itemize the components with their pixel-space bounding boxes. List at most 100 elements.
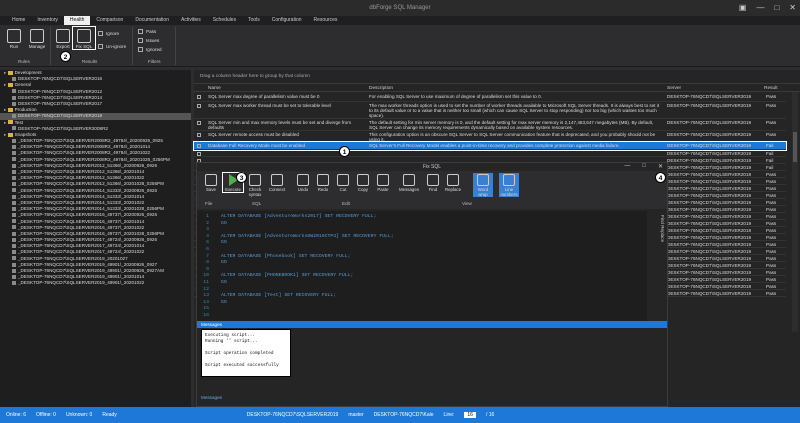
table-row[interactable]: SQL Server min and max memory levels mus… [194,119,786,131]
tree-item-label: Test [14,119,24,125]
folder-icon [7,83,13,88]
tab-inventory[interactable]: Inventory [31,16,64,25]
find-icon [427,174,439,186]
close-icon[interactable]: ✕ [658,163,663,170]
tree-item-label: DESKTOP-76NQCD7\SQLSERVER2016 [18,76,103,82]
minimize-icon[interactable]: — [624,163,630,170]
paste-button[interactable]: Paste [373,173,393,192]
tree-item-label: Production [14,107,37,113]
server-icon [12,95,16,100]
tree-item[interactable]: _DESKTOP-76NQCD7\SQLSERVER2019_49901\_20… [0,280,191,286]
line-number: 14 [203,299,209,305]
button-label: Paste [377,187,389,192]
line-number: 1 [206,214,209,219]
col-server[interactable]: Server [667,86,681,91]
row-checkbox[interactable] [197,121,201,125]
line-numbers-button[interactable]: Line numbers [499,173,519,197]
tab-comparison[interactable]: Comparison [90,16,129,25]
sql-code-editor[interactable]: 1 ALTER DATABASE [AdventureWorks2017] SET… [197,211,647,321]
button-label: Messages [399,187,420,192]
row-result: Pass [766,235,777,240]
ignored-filter[interactable]: Ignored [138,47,162,52]
table-row[interactable]: SQL Server max worker thread must be set… [194,102,786,119]
row-result: Pass [766,172,777,177]
table-row[interactable]: SQL Server max degree of parallelism val… [194,93,786,102]
message-line: Script executed successfully [205,363,279,368]
row-result: Pass [766,270,777,275]
fix-sql-title: Fix SQL [422,164,442,170]
undo-button[interactable]: Undo [293,173,313,192]
tab-resources[interactable]: Resources [308,16,344,25]
tree-item-label: _DESKTOP-76NQCD7\SQLSERVER2017_49724\_20… [18,243,145,249]
tab-activities[interactable]: Activities [175,16,207,25]
row-result: Pass [766,263,777,268]
editor-ribbon: File SQL Edit View Save Execute Check synt… [197,171,667,209]
copy-button[interactable]: Copy [353,173,373,192]
check-syntax-button[interactable]: Check syntax [245,173,265,197]
connect-button[interactable]: Connect [267,173,287,192]
col-name[interactable]: Name [208,86,221,91]
fix-sql-button[interactable]: Fix SQL [72,26,96,50]
status-database: master [348,412,364,418]
grid-scrollbar[interactable] [792,92,798,332]
code-line: ALTER DATABASE [AdventureWorks2017] SET … [221,214,377,219]
tree-item-label: Snapshots [14,131,37,137]
redo-button[interactable]: Redo [313,173,333,192]
window-controls: ▣ — □ ✕ [739,3,796,12]
cut-button[interactable]: Cut [333,173,353,192]
row-checkbox[interactable] [197,133,201,137]
maximize-icon[interactable]: □ [774,3,779,12]
scroll-thumb[interactable] [793,132,797,162]
export-button[interactable]: Export [52,27,74,49]
find-tab[interactable]: Find [660,215,665,224]
ignore-icon [98,31,103,36]
row-result: Pass [766,221,777,226]
results-group-label: Results [82,59,98,64]
col-result[interactable]: Result [764,86,778,91]
tab-home[interactable]: Home [6,16,31,25]
tree-item-label: _DESKTOP-76NQCD7\SQLSERVER2014_51333\_20… [18,187,158,193]
messages-tab[interactable]: Messages [201,395,222,400]
button-label: Save [205,187,216,192]
word-wrap-button[interactable]: Word wrap [473,173,493,197]
maximize-icon[interactable]: □ [642,163,646,170]
find-button[interactable]: Find [423,173,443,192]
pass-filter[interactable]: Pass [138,29,156,34]
col-description[interactable]: Description [369,86,393,91]
issues-filter[interactable]: Issues [138,38,159,43]
check-icon [138,47,143,52]
folder-icon [7,107,13,112]
save-button[interactable]: Save [201,173,221,192]
run-button[interactable]: Run [3,27,25,49]
tab-health[interactable]: Health [63,16,91,25]
unignore-button[interactable]: Un-ignore [98,44,126,49]
line-numbers-icon [503,174,515,186]
row-checkbox[interactable] [197,144,201,148]
row-result: Pass [766,214,777,219]
table-row[interactable]: Database Full Recovery Mode must be enab… [193,141,787,151]
minimize-icon[interactable]: — [756,3,764,12]
help-icon[interactable]: ▣ [739,3,747,12]
offline-count: Offline: 0 [36,412,56,418]
manage-button[interactable]: Manage [26,27,48,49]
row-checkbox[interactable] [197,95,201,99]
ignore-button[interactable]: Ignore [98,31,119,36]
line-number: 13 [203,293,209,299]
close-icon[interactable]: ✕ [789,3,796,12]
table-row[interactable]: SQL Server remote access must be disable… [194,131,786,142]
row-result: Fail [766,151,774,156]
row-server: DESKTOP-76NQCD7\SQLSERVER2019 [667,284,752,289]
server-icon [12,114,16,119]
tab-tools[interactable]: Tools [242,16,266,25]
replace-button[interactable]: Replace [443,173,463,192]
replace-tab[interactable]: Replace [660,225,665,242]
row-checkbox[interactable] [197,104,201,108]
tab-documentation[interactable]: Documentation [129,16,175,25]
tab-schedules[interactable]: Schedules [207,16,242,25]
tab-configuration[interactable]: Configuration [266,16,308,25]
button-label: Execute [225,187,241,192]
messages-button[interactable]: Messages [399,173,419,192]
row-result: Pass [766,277,777,282]
row-checkbox[interactable] [197,152,201,156]
table-row[interactable]: DESKTOP-76NQCD7\SQLSERVER2019 Fail [194,150,786,157]
